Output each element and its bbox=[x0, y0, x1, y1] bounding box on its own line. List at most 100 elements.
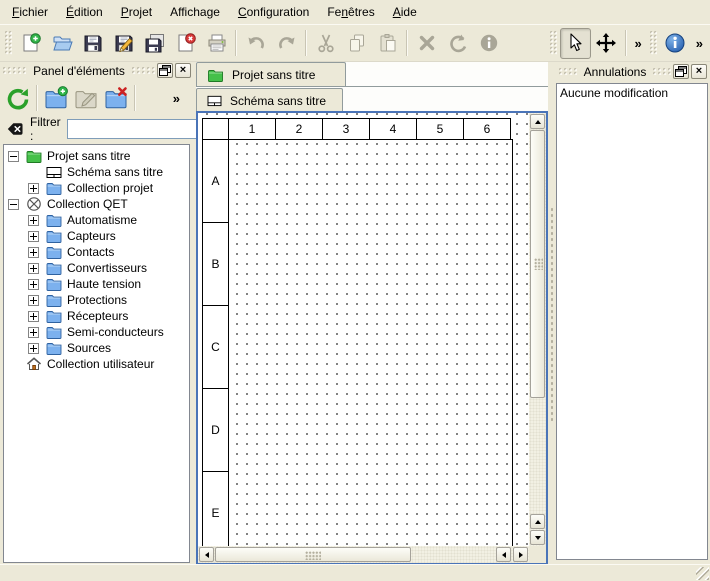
collapse-expander-icon[interactable] bbox=[8, 199, 19, 210]
tree-item-capteurs[interactable]: Capteurs bbox=[4, 228, 189, 244]
menu-fichier[interactable]: Fichier bbox=[3, 1, 57, 23]
project-icon bbox=[26, 149, 42, 163]
save-all-button[interactable] bbox=[139, 28, 170, 59]
new-category-button[interactable] bbox=[41, 83, 71, 113]
dock-drag-handle[interactable] bbox=[559, 68, 577, 75]
scroll-left-button[interactable] bbox=[199, 547, 214, 562]
scroll-down-button[interactable] bbox=[530, 530, 545, 545]
vertical-scrollbar-thumb[interactable] bbox=[530, 130, 545, 398]
dock-close-button[interactable]: × bbox=[691, 64, 707, 79]
expand-expander-icon[interactable] bbox=[28, 327, 39, 338]
vertical-scrollbar[interactable] bbox=[529, 113, 546, 546]
selection-mode-button[interactable] bbox=[560, 28, 591, 59]
print-icon bbox=[206, 32, 228, 54]
toolbar-overflow-button[interactable]: » bbox=[691, 36, 708, 51]
expand-expander-icon[interactable] bbox=[28, 279, 39, 290]
tree-item-collection-utilisateur[interactable]: Collection utilisateur bbox=[4, 356, 189, 372]
open-project-button[interactable] bbox=[46, 28, 77, 59]
project-icon bbox=[207, 68, 224, 82]
menu-fenetres[interactable]: Fenêtres bbox=[318, 1, 383, 23]
print-button[interactable] bbox=[201, 28, 232, 59]
tree-item-contacts[interactable]: Contacts bbox=[4, 244, 189, 260]
scroll-left-button[interactable] bbox=[496, 547, 511, 562]
scroll-right-button[interactable] bbox=[513, 547, 528, 562]
horizontal-scrollbar[interactable] bbox=[198, 546, 529, 563]
tree-item-sources[interactable]: Sources bbox=[4, 340, 189, 356]
dock-drag-handle[interactable] bbox=[3, 67, 26, 74]
tree-item-haute-tension[interactable]: Haute tension bbox=[4, 276, 189, 292]
close-file-button[interactable] bbox=[170, 28, 201, 59]
horizontal-scrollbar-thumb[interactable] bbox=[215, 547, 411, 562]
tree-item-collection-projet[interactable]: Collection projet bbox=[4, 180, 189, 196]
dock-drag-handle[interactable] bbox=[132, 67, 155, 74]
tab-projet-sans-titre[interactable]: Projet sans titre bbox=[196, 62, 346, 86]
tree-item-recepteurs[interactable]: Récepteurs bbox=[4, 308, 189, 324]
redo-icon bbox=[276, 32, 298, 54]
new-document-button[interactable] bbox=[15, 28, 46, 59]
about-info-button[interactable] bbox=[660, 28, 691, 59]
dock-drag-handle[interactable] bbox=[653, 68, 671, 75]
toolbar-separator bbox=[305, 30, 307, 56]
save-as-icon bbox=[113, 32, 135, 54]
tree-item-collection-qet[interactable]: Collection QET bbox=[4, 196, 189, 212]
toolbar-drag-handle[interactable] bbox=[5, 31, 12, 55]
move-mode-button[interactable] bbox=[591, 28, 622, 59]
expand-expander-icon[interactable] bbox=[28, 183, 39, 194]
tree-item-label: Semi-conducteurs bbox=[67, 325, 164, 339]
expand-expander-icon[interactable] bbox=[28, 263, 39, 274]
menu-configuration[interactable]: Configuration bbox=[229, 1, 318, 23]
expand-expander-icon[interactable] bbox=[28, 231, 39, 242]
scroll-up-button[interactable] bbox=[530, 114, 545, 129]
tree-item-convertisseurs[interactable]: Convertisseurs bbox=[4, 260, 189, 276]
dock-float-button[interactable] bbox=[157, 63, 173, 78]
resize-grip-icon[interactable] bbox=[696, 567, 709, 580]
schematic-canvas[interactable]: 1 2 3 4 5 6 A B C D E bbox=[198, 113, 529, 546]
menu-affichage[interactable]: Affichage bbox=[161, 1, 229, 23]
expand-expander-icon[interactable] bbox=[28, 247, 39, 258]
clear-filter-icon[interactable] bbox=[6, 120, 24, 138]
tree-item-protections[interactable]: Protections bbox=[4, 292, 189, 308]
dock-splitter[interactable] bbox=[548, 62, 556, 565]
schema-icon bbox=[206, 94, 223, 107]
column-header: 4 bbox=[369, 118, 417, 140]
undo-history-list: Aucune modification bbox=[556, 83, 708, 560]
scroll-up-button[interactable] bbox=[530, 514, 545, 529]
expand-expander-icon[interactable] bbox=[28, 343, 39, 354]
tree-item-semi-conducteurs[interactable]: Semi-conducteurs bbox=[4, 324, 189, 340]
tree-item-label: Automatisme bbox=[67, 213, 137, 227]
save-button[interactable] bbox=[77, 28, 108, 59]
reload-collections-button[interactable] bbox=[3, 83, 33, 113]
toolbar-overflow-button[interactable]: » bbox=[630, 36, 647, 51]
schema-icon bbox=[46, 165, 62, 179]
menu-projet[interactable]: Projet bbox=[112, 1, 161, 23]
undo-panel-dock: Annulations × Aucune modification bbox=[556, 62, 710, 565]
dock-close-button[interactable]: × bbox=[175, 63, 191, 78]
expand-expander-icon[interactable] bbox=[28, 215, 39, 226]
dock-float-button[interactable] bbox=[673, 64, 689, 79]
expand-expander-icon[interactable] bbox=[28, 311, 39, 322]
new-category-icon bbox=[44, 86, 68, 110]
close-file-icon bbox=[175, 32, 197, 54]
menu-aide[interactable]: Aide bbox=[384, 1, 426, 23]
undo-icon bbox=[245, 32, 267, 54]
tree-item-schema-sans-titre[interactable]: Schéma sans titre bbox=[4, 164, 189, 180]
menu-edition[interactable]: Édition bbox=[57, 1, 112, 23]
panel-overflow-button[interactable]: » bbox=[168, 91, 185, 106]
tree-item-automatisme[interactable]: Automatisme bbox=[4, 212, 189, 228]
diagram-view: 1 2 3 4 5 6 A B C D E bbox=[196, 111, 548, 565]
undo-panel-title: Annulations bbox=[577, 65, 654, 79]
workspace: Projet sans titre Schéma sans titre 1 2 … bbox=[196, 62, 548, 565]
toolbar-drag-handle[interactable] bbox=[650, 31, 657, 55]
save-as-button[interactable] bbox=[108, 28, 139, 59]
new-document-icon bbox=[20, 32, 42, 54]
toolbar-drag-handle[interactable] bbox=[550, 31, 557, 55]
delete-category-button[interactable] bbox=[101, 83, 131, 113]
copy-button bbox=[341, 28, 372, 59]
tree-item-label: Schéma sans titre bbox=[67, 165, 163, 179]
tree-item-projet-sans-titre[interactable]: Projet sans titre bbox=[4, 148, 189, 164]
sheet-corner-cell bbox=[202, 118, 229, 140]
expand-expander-icon[interactable] bbox=[28, 295, 39, 306]
tab-schema-sans-titre[interactable]: Schéma sans titre bbox=[196, 88, 343, 112]
undo-list-item[interactable]: Aucune modification bbox=[560, 85, 704, 101]
collapse-expander-icon[interactable] bbox=[8, 151, 19, 162]
